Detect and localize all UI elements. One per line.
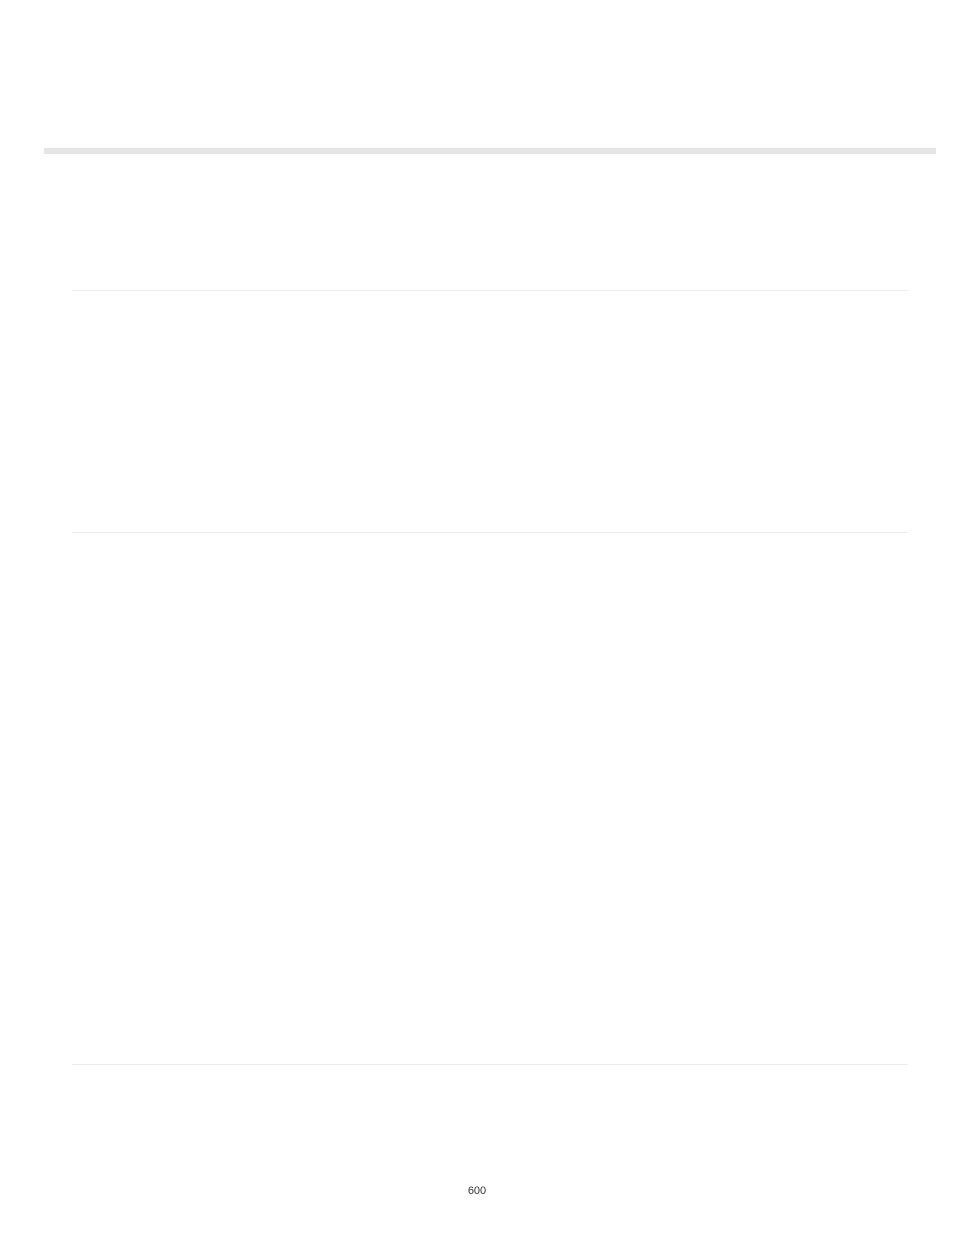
- horizontal-divider: [72, 532, 908, 533]
- page-number: 600: [0, 1185, 954, 1197]
- top-divider-bar: [44, 148, 936, 154]
- horizontal-divider: [72, 290, 908, 291]
- horizontal-divider: [72, 1064, 908, 1065]
